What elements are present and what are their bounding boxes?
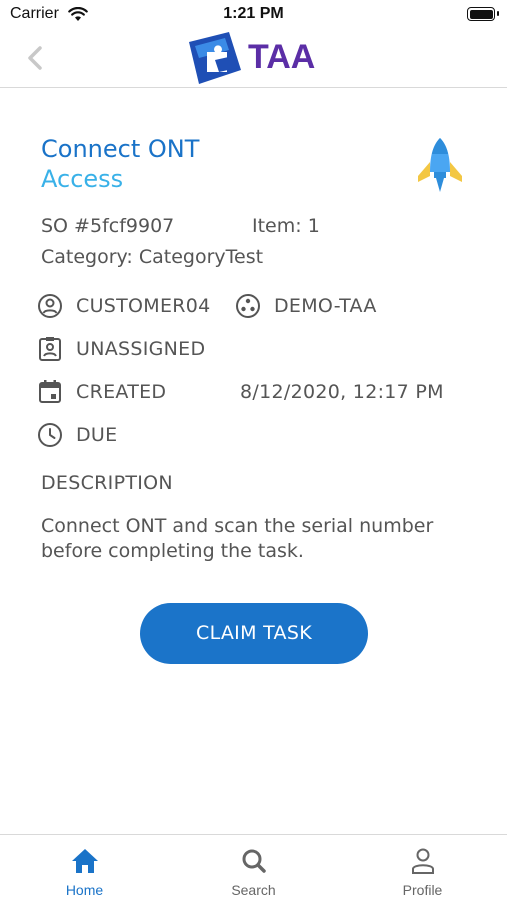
due-label: DUE (76, 424, 118, 446)
category-label: Category: CategoryTest (41, 246, 264, 268)
item-number: Item: 1 (252, 215, 320, 237)
organization-name: DEMO-TAA (274, 295, 377, 317)
rocket-icon (418, 138, 462, 192)
calendar-icon (39, 380, 61, 403)
profile-icon (412, 848, 434, 874)
puzzle-logo-icon (189, 32, 241, 84)
tab-home-label: Home (65, 882, 104, 898)
tab-home[interactable]: Home (0, 835, 169, 900)
so-number: SO #5fcf9907 (41, 215, 175, 237)
tab-profile-label: Profile (402, 882, 443, 898)
status-bar: Carrier 1:21 PM (0, 0, 507, 30)
created-date: 8/12/2020, 12:17 PM (240, 381, 444, 403)
clock: 1:21 PM (223, 5, 284, 22)
search-icon (242, 849, 266, 873)
tab-search-label: Search (231, 882, 276, 898)
description-heading: DESCRIPTION (41, 472, 173, 494)
badge-icon (39, 337, 61, 361)
app-logo: TAA (185, 30, 335, 86)
tab-search[interactable]: Search (169, 835, 338, 900)
tab-bar: Home Search Profile (0, 834, 507, 900)
clock-icon (38, 423, 62, 447)
created-label: CREATED (76, 381, 167, 403)
logo-text: TAA (248, 38, 316, 76)
nav-bar: TAA (0, 30, 507, 88)
organization-icon (236, 294, 260, 318)
back-button[interactable] (20, 40, 50, 76)
home-icon (72, 849, 98, 873)
customer-name: CUSTOMER04 (76, 295, 211, 317)
assignment-status: UNASSIGNED (76, 338, 206, 360)
battery-icon (467, 7, 499, 21)
claim-task-button[interactable]: CLAIM TASK (140, 603, 368, 664)
account-circle-icon (38, 294, 62, 318)
tab-profile[interactable]: Profile (338, 835, 507, 900)
description-text: Connect ONT and scan the serial number b… (41, 515, 434, 562)
task-title: Connect ONT (41, 135, 200, 163)
task-subtitle: Access (41, 165, 124, 193)
